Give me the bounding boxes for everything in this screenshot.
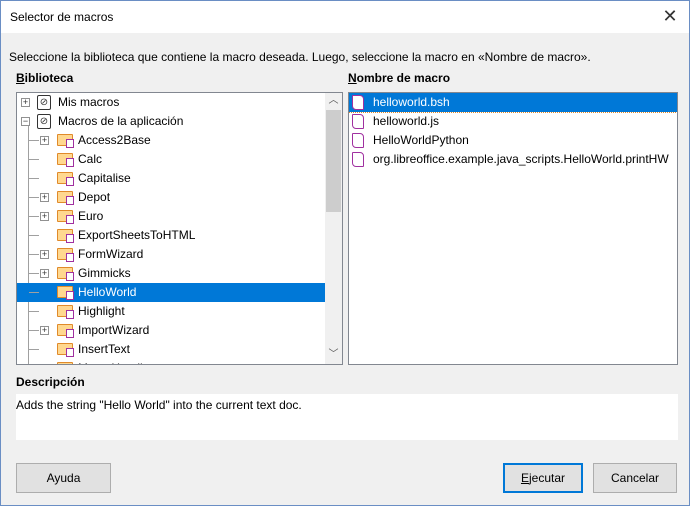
- scrollbar-thumb[interactable]: [326, 110, 341, 212]
- macro-name-label: Nombre de macro: [348, 71, 451, 85]
- tree-item[interactable]: Highlight: [17, 302, 325, 321]
- macro-item-label: HelloWorldPython: [373, 133, 469, 147]
- tree-item[interactable]: − ⊘ Macros de la aplicación: [17, 112, 325, 131]
- expand-icon[interactable]: +: [40, 136, 49, 145]
- macro-item-label: helloworld.js: [373, 114, 440, 128]
- tree-line: [29, 330, 39, 331]
- folder-icon: [57, 343, 74, 357]
- tree-item-label: InsertText: [78, 342, 131, 356]
- library-icon: ⊘: [37, 114, 51, 129]
- tree-line: [29, 254, 39, 255]
- folder-icon: [57, 153, 74, 167]
- folder-icon: [57, 286, 74, 300]
- expand-icon[interactable]: +: [40, 250, 49, 259]
- script-icon: [352, 152, 364, 167]
- script-icon: [352, 95, 364, 110]
- tree-item[interactable]: + FormWizard: [17, 245, 325, 264]
- macro-item-label: org.libreoffice.example.java_scripts.Hel…: [373, 152, 669, 166]
- macro-item[interactable]: HelloWorldPython: [349, 131, 677, 150]
- help-button[interactable]: Ayuda: [16, 463, 111, 493]
- folder-icon: [57, 267, 74, 281]
- tree-item-label: FormWizard: [78, 247, 144, 261]
- tree-item-label: Capitalise: [78, 171, 131, 185]
- collapse-icon[interactable]: −: [21, 117, 30, 126]
- tree-item[interactable]: + Access2Base: [17, 131, 325, 150]
- macro-item-label: helloworld.bsh: [373, 95, 450, 109]
- expand-icon[interactable]: +: [40, 212, 49, 221]
- macro-item[interactable]: org.libreoffice.example.java_scripts.Hel…: [349, 150, 677, 169]
- scroll-up-icon[interactable]: ︿: [325, 93, 342, 109]
- tree-item[interactable]: MacroHandler: [17, 359, 325, 364]
- tree-item[interactable]: + ImportWizard: [17, 321, 325, 340]
- tree-line: [29, 197, 39, 198]
- tree-item-label: Euro: [78, 209, 104, 223]
- tree-item[interactable]: + Euro: [17, 207, 325, 226]
- expand-icon[interactable]: +: [40, 326, 49, 335]
- tree-item-label: Calc: [78, 152, 103, 166]
- tree-item[interactable]: + Gimmicks: [17, 264, 325, 283]
- tree-line: [29, 178, 39, 179]
- tree-item-label: Gimmicks: [78, 266, 131, 280]
- tree-item-label: ExportSheetsToHTML: [78, 228, 196, 242]
- window-title: Selector de macros: [10, 10, 114, 24]
- folder-icon: [57, 324, 74, 338]
- tree-line: [29, 292, 39, 293]
- folder-icon: [57, 362, 73, 364]
- tree-item[interactable]: Calc: [17, 150, 325, 169]
- tree-item-label: Mis macros: [58, 95, 120, 109]
- folder-icon: [57, 305, 74, 319]
- close-icon[interactable]: ✕: [657, 5, 683, 29]
- tree-item[interactable]: + ⊘ Mis macros: [17, 93, 325, 112]
- tree-line: [29, 349, 39, 350]
- macro-item[interactable]: helloworld.bsh: [349, 93, 677, 113]
- tree-line: [29, 216, 39, 217]
- tree-line: [29, 273, 39, 274]
- library-tree[interactable]: + ⊘ Mis macros − ⊘ Macros de la aplicación + Ac…: [16, 92, 343, 365]
- tree-item[interactable]: InsertText: [17, 340, 325, 359]
- tree-item-label: HelloWorld: [78, 285, 137, 299]
- tree-item[interactable]: + Depot: [17, 188, 325, 207]
- description-text: Adds the string "Hello World" into the c…: [16, 394, 678, 440]
- expand-icon[interactable]: +: [40, 193, 49, 202]
- folder-icon: [57, 210, 74, 224]
- tree-item-label: ImportWizard: [78, 323, 150, 337]
- folder-icon: [57, 248, 74, 262]
- folder-icon: [57, 172, 74, 186]
- tree-item[interactable]: Capitalise: [17, 169, 325, 188]
- folder-icon: [57, 229, 74, 243]
- scroll-down-icon[interactable]: ﹀: [325, 347, 342, 363]
- tree-item[interactable]: HelloWorld: [17, 283, 325, 302]
- run-button[interactable]: Ejecutar: [503, 463, 583, 493]
- folder-icon: [57, 191, 74, 205]
- library-label: Biblioteca: [16, 71, 74, 85]
- library-icon: ⊘: [37, 95, 51, 110]
- tree-line: [29, 140, 39, 141]
- expand-icon[interactable]: +: [21, 98, 30, 107]
- tree-line: [29, 159, 39, 160]
- tree-item[interactable]: ExportSheetsToHTML: [17, 226, 325, 245]
- macro-item[interactable]: helloworld.js: [349, 112, 677, 131]
- description-label: Descripción: [16, 375, 85, 389]
- tree-item-label: MacroHandler: [78, 359, 153, 364]
- tree-item-label: Macros de la aplicación: [58, 114, 184, 128]
- script-icon: [352, 114, 364, 129]
- script-icon: [352, 133, 364, 148]
- expand-icon[interactable]: +: [40, 269, 49, 278]
- scrollbar[interactable]: ︿ ﹀: [325, 93, 342, 364]
- tree-line: [29, 235, 39, 236]
- tree-line: [29, 311, 39, 312]
- cancel-button[interactable]: Cancelar: [593, 463, 677, 493]
- macro-list[interactable]: helloworld.bsh helloworld.js HelloWorldPyt…: [348, 92, 678, 365]
- tree-item-label: Highlight: [78, 304, 125, 318]
- tree-item-label: Access2Base: [78, 133, 151, 147]
- tree-item-label: Depot: [78, 190, 111, 204]
- folder-icon: [57, 134, 74, 148]
- instruction-text: Seleccione la biblioteca que contiene la…: [9, 50, 591, 64]
